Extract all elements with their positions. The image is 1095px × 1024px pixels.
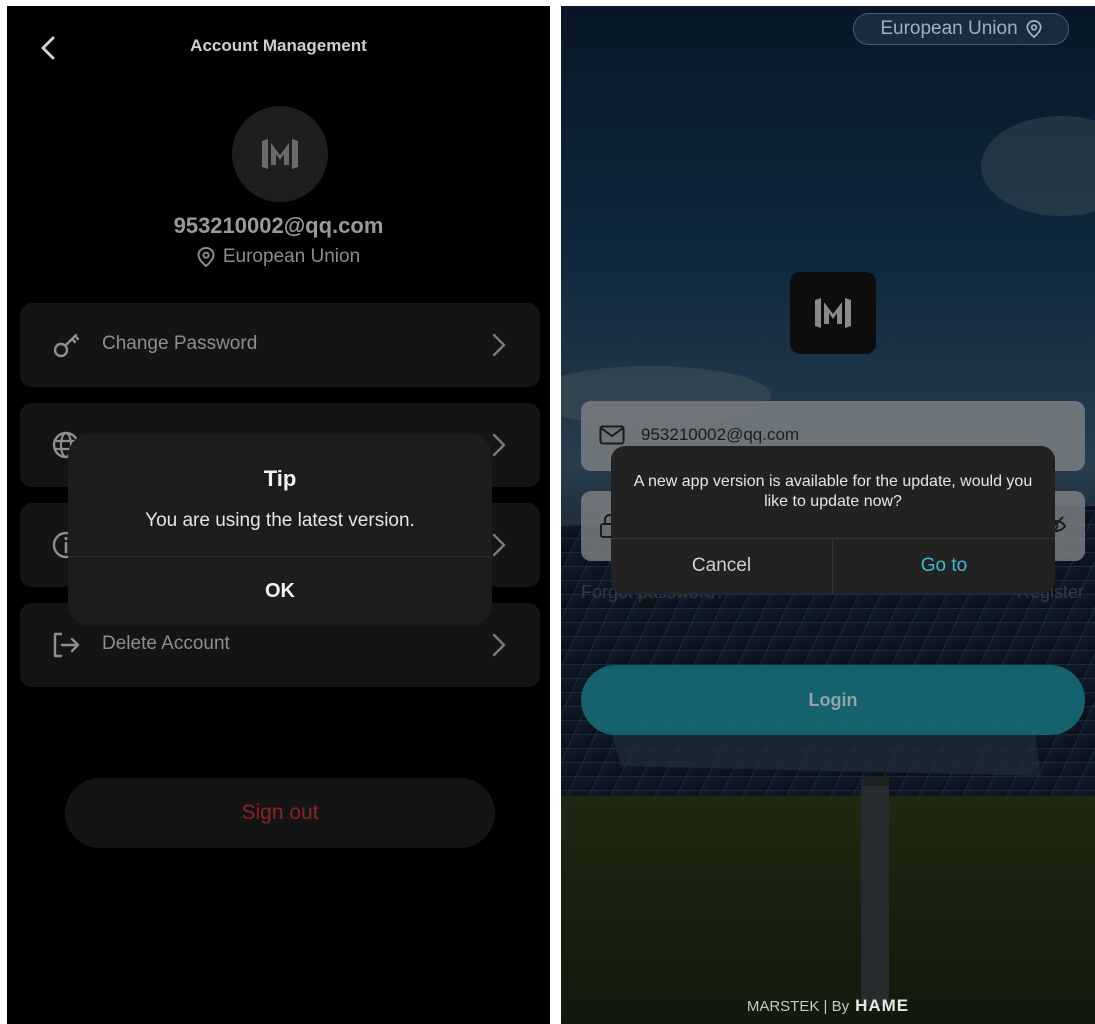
update-dialog: A new app version is available for the u… — [611, 446, 1055, 594]
login-screen: European Union 953210002@qq.com Forgot R… — [561, 6, 1095, 1024]
region-label: European Union — [222, 246, 361, 267]
page-title: Account Management — [190, 36, 367, 55]
location-pin-icon — [197, 247, 215, 267]
menu-item-label: Delete Account — [102, 633, 230, 654]
marstek-logo-icon — [262, 139, 298, 169]
go-to-button[interactable]: Go to — [833, 538, 1055, 594]
cancel-button[interactable]: Cancel — [611, 538, 832, 594]
logout-icon — [53, 632, 80, 658]
ok-button[interactable]: OK — [68, 556, 492, 626]
chevron-right-icon — [492, 333, 506, 357]
footer-text: MARSTEK | By — [746, 997, 850, 1015]
key-icon — [53, 333, 80, 358]
sign-out-button[interactable]: Sign out — [65, 778, 495, 848]
region-label: European Union — [880, 18, 1018, 39]
avatar — [232, 106, 328, 202]
tip-dialog: Tip You are using the latest version. OK — [68, 434, 492, 626]
hame-logo: HAME — [855, 996, 910, 1015]
footer: MARSTEK | By HAME — [561, 996, 1095, 1016]
dialog-message: A new app version is available for the u… — [633, 473, 1033, 510]
chevron-right-icon — [492, 533, 506, 557]
location-pin-icon — [1026, 20, 1042, 38]
account-management-screen: Account Management 953210002@qq.com Euro… — [7, 6, 550, 1024]
menu-item-change-password[interactable]: Change Password — [20, 303, 540, 387]
account-region: European Union — [7, 246, 550, 268]
menu-item-label: Change Password — [102, 333, 258, 354]
account-email: 953210002@qq.com — [173, 213, 384, 238]
email-value: 953210002@qq.com — [641, 425, 800, 444]
chevron-right-icon — [492, 433, 506, 457]
mail-icon — [599, 425, 625, 445]
login-button[interactable]: Login — [581, 665, 1085, 735]
chevron-right-icon — [492, 633, 506, 657]
region-selector[interactable]: European Union — [853, 13, 1069, 45]
dialog-title: Tip — [263, 466, 297, 491]
app-logo — [790, 272, 876, 354]
marstek-logo-icon — [815, 298, 851, 328]
dialog-message: You are using the latest version. — [145, 510, 415, 531]
